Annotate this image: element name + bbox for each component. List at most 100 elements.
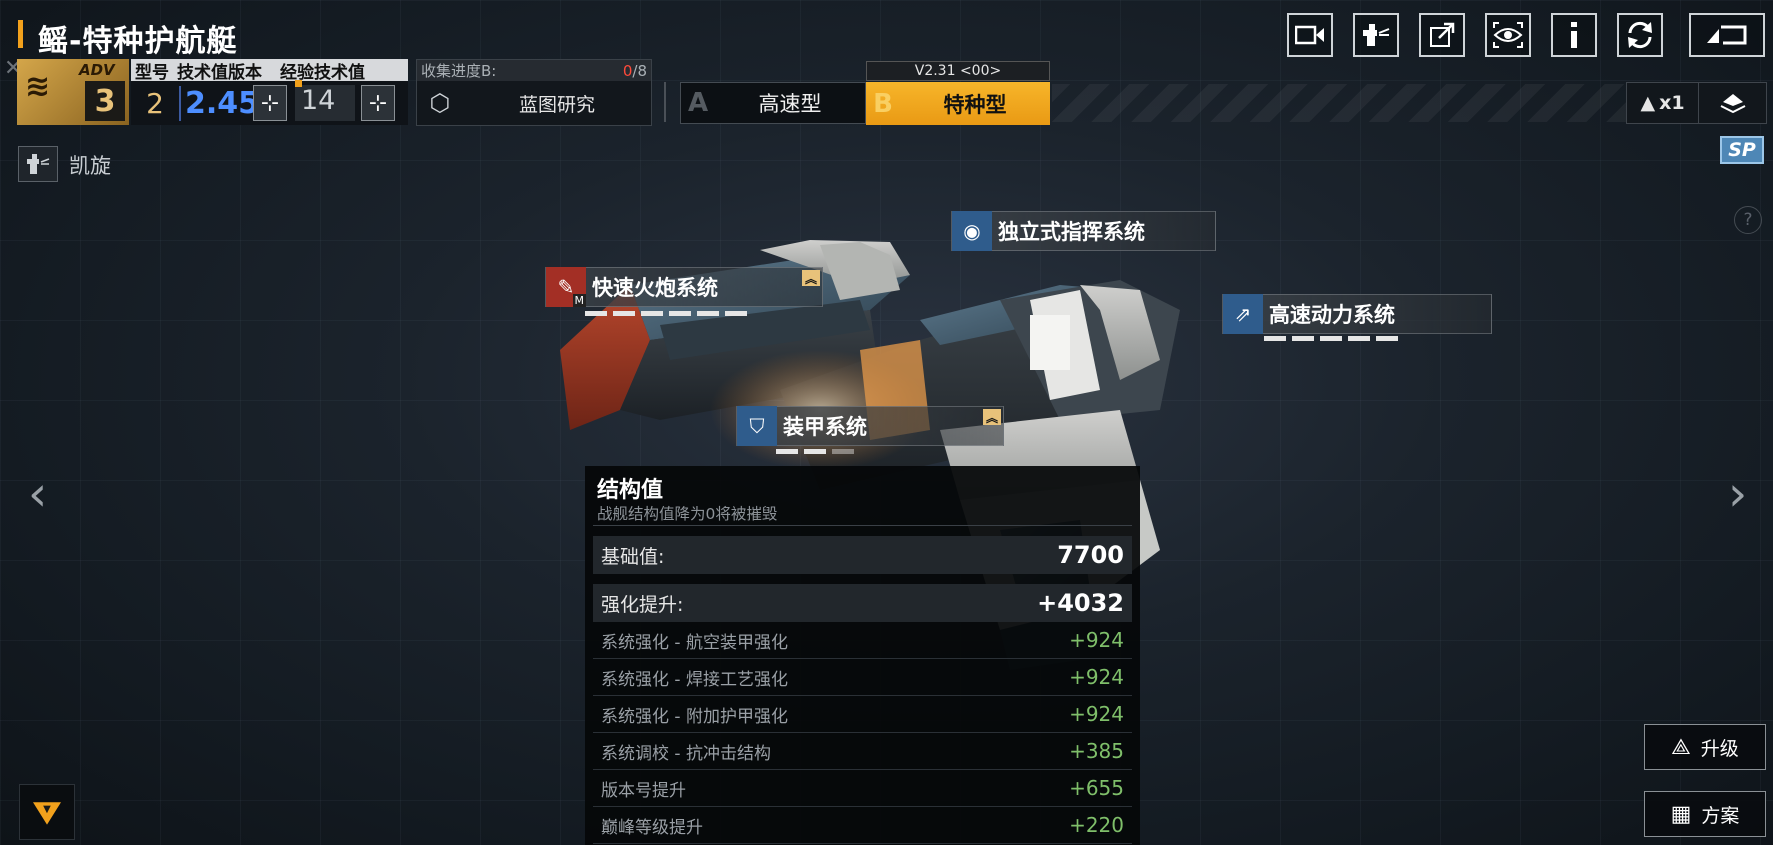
bonus-source-value: +385 [1069, 739, 1124, 763]
upgrade-chevron-icon: ︽ [983, 409, 1001, 425]
pilot-name: 凯旋 [69, 154, 111, 178]
divider [664, 82, 666, 122]
bonus-source-value: +924 [1069, 702, 1124, 726]
variant-a-letter: A [687, 88, 709, 118]
type-value: 2 [146, 86, 164, 120]
plan-icon: ▦ [1670, 801, 1692, 827]
variant-b-letter: B [873, 88, 893, 119]
video-camera-icon[interactable] [1287, 13, 1333, 57]
list-item: 系统调校 - 抗冲击结构 +385 [593, 733, 1132, 770]
bonus-source-value: +220 [1069, 813, 1124, 837]
tech-add-button[interactable]: ⊹ [253, 85, 287, 121]
hatch-decoration [1052, 84, 1626, 122]
bonus-source-value: +655 [1069, 776, 1124, 800]
notification-dot [295, 80, 302, 87]
cannon-level-bar [585, 311, 747, 316]
help-icon[interactable]: ? [1734, 206, 1762, 234]
bonus-source-label: 系统调校 - 抗冲击结构 [601, 743, 771, 764]
plan-button[interactable]: ▦ 方案 [1644, 791, 1766, 837]
top-toolbar [1287, 13, 1765, 57]
bonus-value-row: 强化提升: +4032 [593, 584, 1132, 622]
upgrade-arrow-icon: ▲ [1640, 92, 1656, 114]
variant-b-name: 特种型 [943, 92, 1007, 117]
rank-level: 3 [85, 81, 125, 121]
bonus-source-label: 版本号提升 [601, 780, 686, 801]
system-cannon[interactable]: ✎ M 快速火炮系统 ︽ [545, 267, 823, 307]
structure-title: 结构值 [597, 478, 664, 503]
rank-card: ≋ ADV 3 [17, 59, 129, 125]
armor-level-bar [776, 449, 854, 454]
upgrade-icon: ⟁ [1671, 734, 1691, 760]
blueprint-icon: ⬡ [429, 89, 451, 117]
system-engine[interactable]: ⇗ 高速动力系统 [1222, 294, 1492, 334]
list-item: 系统强化 - 焊接工艺强化 +924 [593, 659, 1132, 696]
base-value-row: 基础值: 7700 [593, 536, 1132, 574]
info-icon[interactable] [1551, 13, 1597, 57]
bonus-source-value: +924 [1069, 628, 1124, 652]
version-tag: V2.31 <00> [866, 61, 1050, 81]
engine-icon: ⇗ [1223, 294, 1263, 334]
list-item: 系统强化 - 航空装甲强化 +924 [593, 622, 1132, 659]
engine-level-bar [1264, 336, 1398, 341]
bonus-source-label: 巅峰等级提升 [601, 817, 703, 838]
command-icon: ◉ [952, 211, 992, 251]
share-icon[interactable] [1419, 13, 1465, 57]
pilot-icon[interactable] [18, 146, 58, 182]
base-value-label: 基础值: [601, 545, 665, 568]
structure-panel: 结构值 战舰结构值降为0将被摧毁 基础值: 7700 强化提升: +4032 系… [585, 466, 1140, 845]
bonus-source-label: 系统强化 - 航空装甲强化 [601, 632, 788, 653]
tech-value: 2.45 [179, 85, 259, 121]
type-label: 型号 [135, 62, 169, 83]
exp-value: 14 [295, 85, 355, 121]
cannon-icon: ✎ M [546, 267, 586, 307]
system-command-name: 独立式指挥系统 [998, 220, 1145, 244]
stat-values: 2 2.45 ⊹ 14 ⊹ [131, 81, 408, 125]
base-value: 7700 [1057, 541, 1124, 569]
sp-badge[interactable]: SP [1720, 136, 1764, 164]
previous-ship-arrow-icon[interactable]: ‹ [28, 466, 47, 522]
system-armor[interactable]: ⛉ 装甲系统 ︽ [736, 406, 1004, 446]
exp-label: 经验技术值 [280, 62, 365, 83]
multiplier-panel: ▲ x1 [1626, 82, 1767, 124]
next-ship-arrow-icon[interactable]: › [1728, 466, 1747, 522]
bonus-source-label: 系统强化 - 附加护甲强化 [601, 706, 788, 727]
plan-label: 方案 [1701, 804, 1740, 827]
bonus-source-value: +924 [1069, 665, 1124, 689]
upgrade-button[interactable]: ⟁ 升级 [1644, 724, 1766, 770]
system-command[interactable]: ◉ 独立式指挥系统 [951, 211, 1216, 251]
bonus-source-label: 系统强化 - 焊接工艺强化 [601, 669, 788, 690]
back-icon[interactable] [1689, 13, 1765, 57]
view-icon[interactable] [1485, 13, 1531, 57]
collection-label: 收集进度B: [421, 62, 497, 80]
officer-icon[interactable] [1353, 13, 1399, 57]
faction-logo-icon: ≋ [25, 69, 51, 104]
structure-subtitle: 战舰结构值降为0将被摧毁 [593, 502, 1132, 526]
blueprint-research-label: 蓝图研究 [518, 93, 595, 116]
bonus-value: +4032 [1037, 589, 1124, 617]
list-item: 系统强化 - 附加护甲强化 +924 [593, 696, 1132, 733]
variant-tab-b[interactable]: B 特种型 [866, 82, 1050, 125]
upgrade-chevron-icon: ︽ [802, 270, 820, 286]
layer-toggle-icon[interactable] [1699, 83, 1766, 123]
list-item: 版本号提升 +655 [593, 770, 1132, 807]
system-armor-name: 装甲系统 [783, 415, 867, 439]
stat-labels: 型号 技术值版本 经验技术值 [131, 59, 408, 83]
chevron-down-icon: ▼ [33, 802, 61, 825]
blueprint-collection-panel[interactable]: 收集进度B: 0/8 ⬡ 蓝图研究 [416, 59, 652, 126]
system-cannon-name: 快速火炮系统 [592, 276, 718, 300]
multiplier-button[interactable]: ▲ x1 [1627, 83, 1699, 123]
refresh-icon[interactable] [1617, 13, 1663, 57]
rank-badge-text: ADV [79, 61, 115, 79]
bonus-value-label: 强化提升: [601, 593, 684, 616]
armor-icon: ⛉ [737, 406, 777, 446]
title-accent-bar [18, 20, 23, 48]
exp-add-button[interactable]: ⊹ [361, 85, 395, 121]
collection-progress-current: 0 [622, 61, 633, 80]
expand-down-button[interactable]: ▼ [19, 784, 75, 840]
variant-tab-a[interactable]: A 高速型 [680, 82, 866, 124]
list-item: 巅峰等级提升 +220 [593, 807, 1132, 844]
cannon-mod-tag: M [572, 294, 586, 307]
page-title: 鳐-特种护航艇 [38, 24, 238, 59]
tech-label: 技术值版本 [177, 62, 262, 83]
upgrade-label: 升级 [1700, 737, 1739, 760]
